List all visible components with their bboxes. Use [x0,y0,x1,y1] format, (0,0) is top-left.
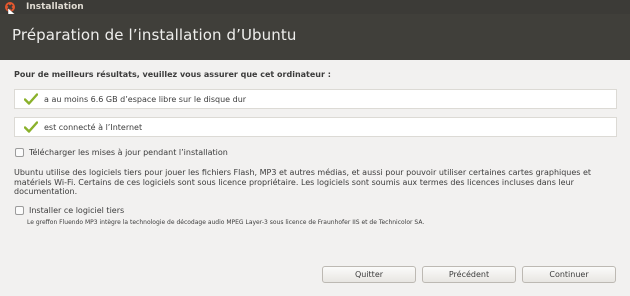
requirement-label: est connecté à l’Internet [44,123,143,132]
continue-button[interactable]: Continuer [522,266,616,283]
check-icon [24,121,38,133]
window-title: Installation [26,2,84,12]
title-bar: Installation [0,0,630,14]
requirements-intro: Pour de meilleurs résultats, veuillez vo… [14,70,331,79]
previous-button[interactable]: Précédent [422,266,516,283]
download-updates-label[interactable]: Télécharger les mises à jour pendant l’i… [29,148,228,157]
requirement-label: a au moins 6.6 GB d’espace libre sur le … [44,95,247,104]
page-header: Préparation de l’installation d’Ubuntu [0,14,630,60]
download-updates-checkbox[interactable] [15,148,24,157]
check-icon [24,93,38,105]
requirement-disk-space: a au moins 6.6 GB d’espace libre sur le … [14,89,617,109]
install-third-party-checkbox[interactable] [15,206,24,215]
install-third-party-label[interactable]: Installer ce logiciel tiers [29,206,124,215]
third-party-description: Ubuntu utilise des logiciels tiers pour … [14,168,592,196]
page-title: Préparation de l’installation d’Ubuntu [12,26,297,44]
fluendo-license-note: Le greffon Fluendo MP3 intègre la techno… [27,219,425,226]
quit-button[interactable]: Quitter [322,266,416,283]
requirement-internet: est connecté à l’Internet [14,117,617,137]
